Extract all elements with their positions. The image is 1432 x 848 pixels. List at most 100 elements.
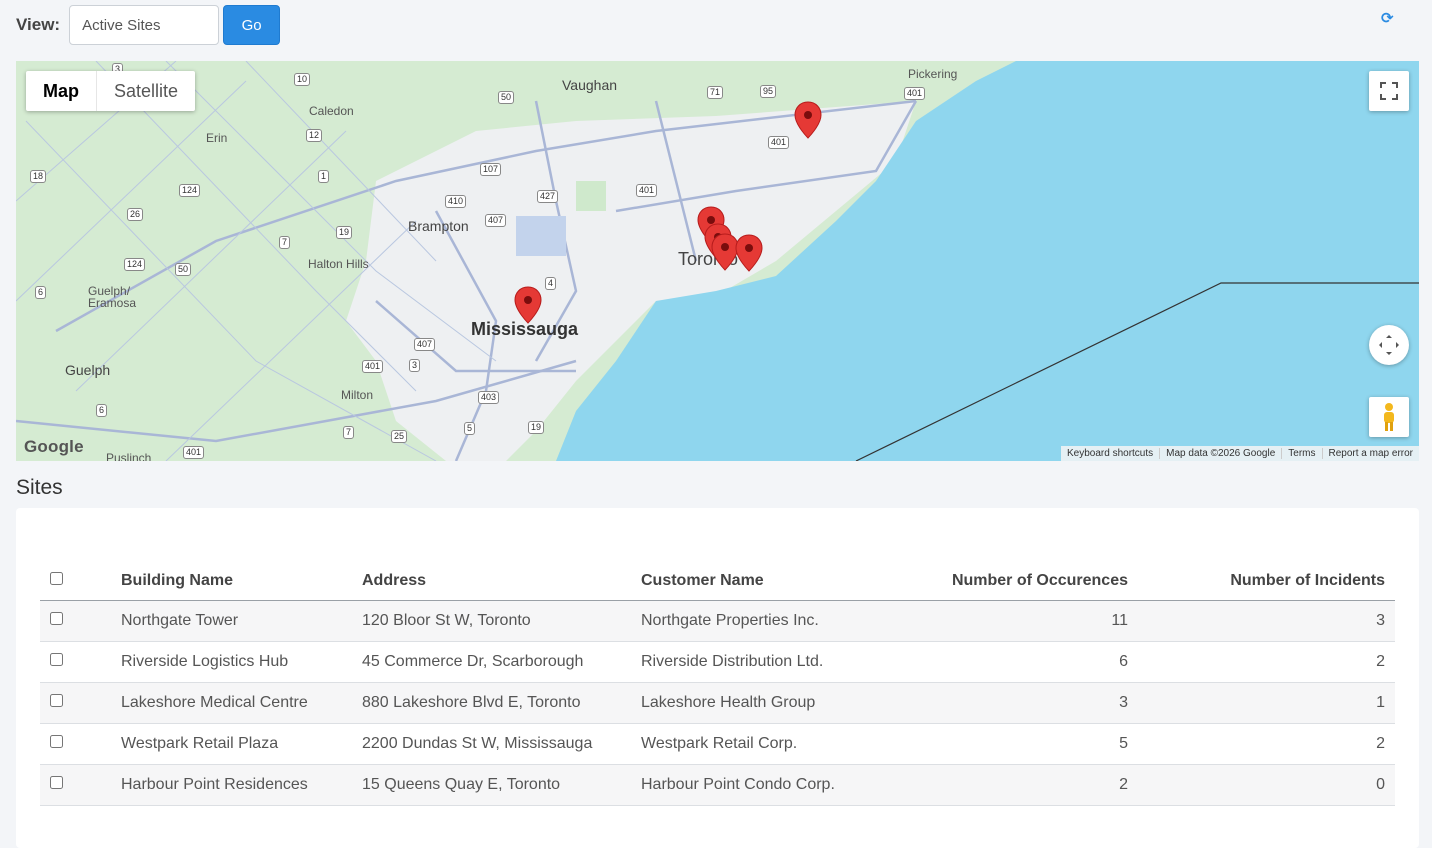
route-shield: 407: [414, 338, 436, 351]
address: 880 Lakeshore Blvd E, Toronto: [362, 682, 641, 724]
table-row[interactable]: Northgate Tower 120 Bloor St W, Toronto …: [40, 600, 1395, 642]
map-type-control: Map Satellite: [26, 71, 196, 111]
route-shield: 50: [498, 91, 515, 104]
route-shield: 26: [127, 208, 144, 221]
route-shield: 50: [175, 263, 192, 276]
place-halton-hills: Halton Hills: [308, 257, 369, 271]
table-row[interactable]: Riverside Logistics Hub 45 Commerce Dr, …: [40, 641, 1395, 683]
incidents: 3: [1128, 600, 1395, 642]
route-shield: 6: [96, 404, 108, 417]
route-shield: 3: [409, 359, 421, 372]
route-shield: 124: [179, 184, 201, 197]
fullscreen-icon: [1380, 82, 1398, 100]
select-all-checkbox[interactable]: [50, 571, 63, 585]
occurrences: 3: [871, 682, 1128, 724]
building-name: Westpark Retail Plaza: [121, 723, 362, 765]
building-name: Northgate Tower: [121, 600, 362, 642]
keyboard-shortcuts-link[interactable]: Keyboard shortcuts: [1061, 448, 1159, 459]
route-shield: 401: [768, 136, 790, 149]
go-button[interactable]: Go: [223, 5, 281, 45]
view-toolbar: View: Active Sites Go: [16, 5, 281, 45]
report-map-error-link[interactable]: Report a map error: [1321, 448, 1419, 459]
view-select[interactable]: Active Sites: [69, 5, 220, 45]
route-shield: 401: [636, 184, 658, 197]
row-checkbox[interactable]: [50, 693, 63, 707]
terms-link[interactable]: Terms: [1281, 448, 1321, 459]
place-guelph: Guelph: [65, 362, 111, 378]
address: 120 Bloor St W, Toronto: [362, 600, 641, 642]
view-label: View:: [16, 15, 61, 34]
route-shield: 10: [294, 73, 311, 86]
route-shield: 4: [545, 277, 557, 290]
place-milton: Milton: [341, 388, 374, 402]
occurrences: 11: [871, 600, 1128, 642]
refresh-icon[interactable]: ⟳: [1381, 9, 1394, 27]
place-puslinch: Puslinch: [106, 451, 152, 461]
route-shield: 107: [480, 163, 502, 176]
route-shield: 5: [464, 422, 476, 435]
place-pickering: Pickering: [908, 67, 958, 81]
building-name: Riverside Logistics Hub: [121, 641, 362, 683]
site-marker[interactable]: [735, 234, 763, 272]
table-header-row: Building Name Address Customer Name Numb…: [40, 562, 1395, 601]
building-name: Lakeshore Medical Centre: [121, 682, 362, 724]
row-checkbox[interactable]: [50, 775, 63, 789]
sites-panel: Building Name Address Customer Name Numb…: [16, 508, 1419, 848]
route-shield: 95: [760, 85, 777, 98]
sites-table: Building Name Address Customer Name Numb…: [40, 562, 1395, 806]
customer-name: Harbour Point Condo Corp.: [641, 764, 871, 806]
site-marker[interactable]: [514, 286, 542, 324]
col-address[interactable]: Address: [362, 562, 641, 601]
occurrences: 2: [871, 764, 1128, 806]
route-shield: 7: [279, 236, 291, 249]
row-checkbox[interactable]: [50, 734, 63, 748]
route-shield: 19: [528, 421, 545, 434]
select-all-cell: [40, 562, 121, 601]
route-shield: 25: [391, 430, 408, 443]
map-tab-satellite[interactable]: Satellite: [97, 71, 195, 111]
col-incidents[interactable]: Number of Incidents: [1128, 562, 1395, 601]
place-vaughan: Vaughan: [562, 77, 618, 93]
occurrences: 5: [871, 723, 1128, 765]
incidents: 2: [1128, 641, 1395, 683]
route-shield: 403: [478, 391, 500, 404]
route-shield: 19: [336, 226, 353, 239]
route-shield: 7: [343, 426, 355, 439]
route-shield: 1: [318, 170, 330, 183]
col-customer-name[interactable]: Customer Name: [641, 562, 871, 601]
address: 15 Queens Quay E, Toronto: [362, 764, 641, 806]
pegman-icon: [1384, 403, 1394, 431]
row-checkbox[interactable]: [50, 611, 63, 625]
address: 45 Commerce Dr, Scarborough: [362, 641, 641, 683]
fullscreen-button[interactable]: [1369, 71, 1409, 111]
col-building-name[interactable]: Building Name: [121, 562, 362, 601]
pan-arrows-icon: [1379, 335, 1399, 355]
occurrences: 6: [871, 641, 1128, 683]
route-shield: 401: [183, 446, 205, 459]
place-erin: Erin: [206, 131, 228, 145]
route-shield: 407: [485, 214, 507, 227]
incidents: 2: [1128, 723, 1395, 765]
route-shield: 410: [445, 195, 467, 208]
map-attribution: Keyboard shortcuts Map data ©2026 Google…: [1060, 446, 1419, 461]
place-guelph-eramosa: Guelph/ Eramosa: [88, 284, 137, 310]
customer-name: Lakeshore Health Group: [641, 682, 871, 724]
place-brampton: Brampton: [408, 218, 469, 234]
google-logo: Google: [24, 437, 84, 456]
route-shield: 427: [537, 190, 559, 203]
route-shield: 401: [904, 87, 926, 100]
customer-name: Westpark Retail Corp.: [641, 723, 871, 765]
street-view-button[interactable]: [1369, 397, 1409, 437]
route-shield: 6: [35, 286, 47, 299]
table-row[interactable]: Westpark Retail Plaza 2200 Dundas St W, …: [40, 723, 1395, 765]
map-view[interactable]: Vaughan Pickering Caledon Erin Brampton …: [16, 61, 1419, 461]
site-marker[interactable]: [794, 101, 822, 139]
row-checkbox[interactable]: [50, 652, 63, 666]
col-occurrences[interactable]: Number of Occurences: [871, 562, 1128, 601]
camera-control-button[interactable]: [1369, 325, 1409, 365]
customer-name: Northgate Properties Inc.: [641, 600, 871, 642]
table-row[interactable]: Harbour Point Residences 15 Queens Quay …: [40, 764, 1395, 806]
map-tab-map[interactable]: Map: [26, 71, 97, 111]
customer-name: Riverside Distribution Ltd.: [641, 641, 871, 683]
table-row[interactable]: Lakeshore Medical Centre 880 Lakeshore B…: [40, 682, 1395, 724]
